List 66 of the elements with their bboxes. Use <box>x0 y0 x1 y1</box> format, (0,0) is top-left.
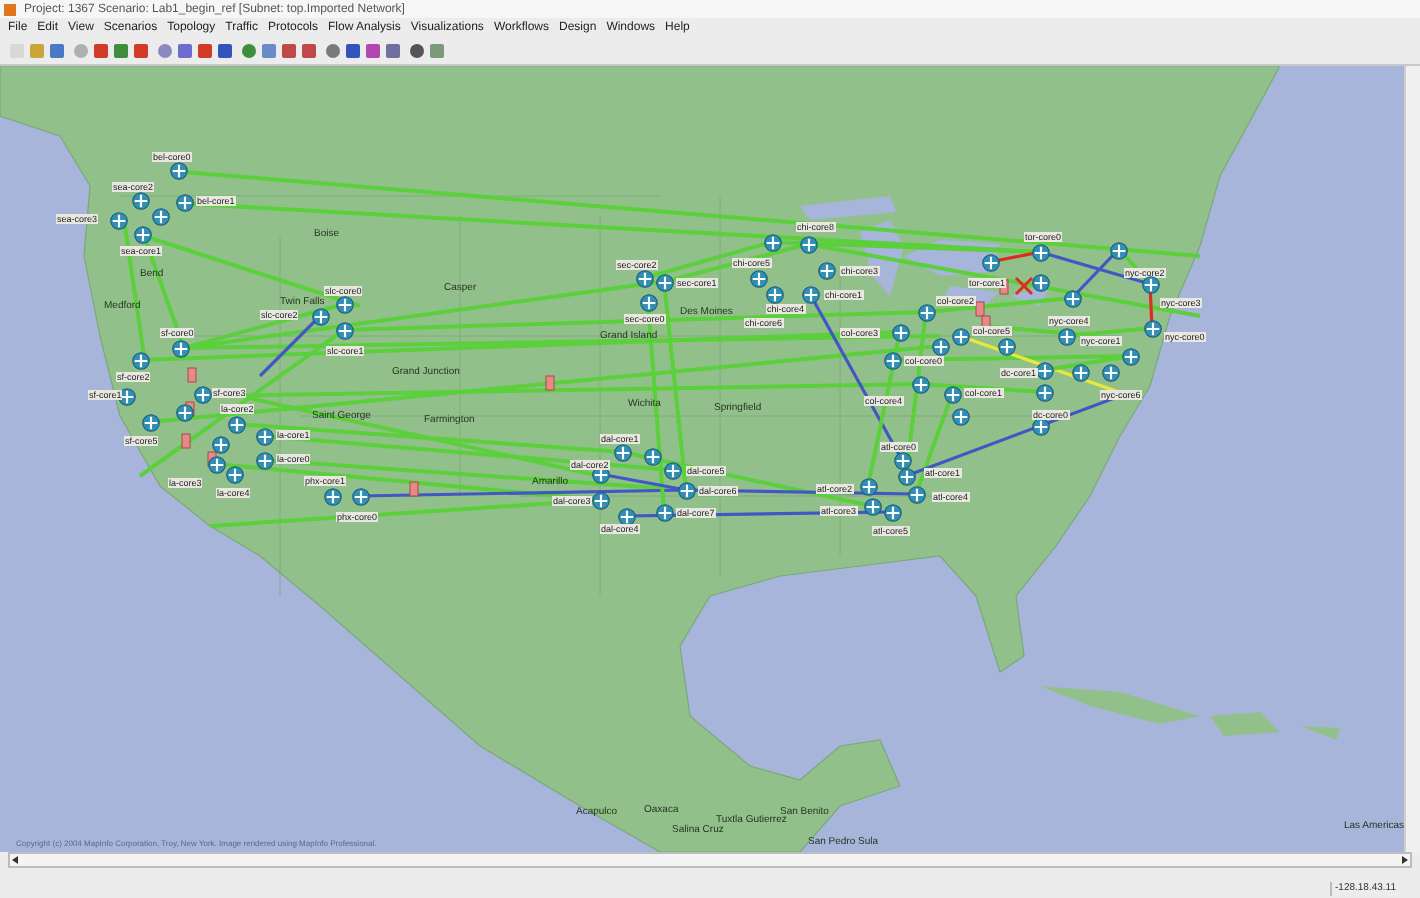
router-icon[interactable] <box>750 270 768 288</box>
router-icon[interactable] <box>898 468 916 486</box>
router-icon[interactable] <box>212 436 230 454</box>
router-icon[interactable] <box>256 428 274 446</box>
router-icon[interactable] <box>640 294 658 312</box>
router-icon[interactable] <box>884 504 902 522</box>
router-icon[interactable] <box>110 212 128 230</box>
router-icon[interactable] <box>336 322 354 340</box>
router-icon[interactable] <box>134 226 152 244</box>
router-icon[interactable] <box>194 386 212 404</box>
router-icon[interactable] <box>892 324 910 342</box>
router-icon[interactable] <box>864 498 882 516</box>
router-icon[interactable] <box>1032 244 1050 262</box>
router-icon[interactable] <box>176 404 194 422</box>
router-icon[interactable] <box>312 308 330 326</box>
router-icon[interactable] <box>636 270 654 288</box>
router-icon[interactable] <box>336 296 354 314</box>
router-icon[interactable] <box>614 444 632 462</box>
horizontal-scrollbar[interactable] <box>8 852 1412 868</box>
router-icon[interactable] <box>678 482 696 500</box>
router-icon[interactable] <box>1058 328 1076 346</box>
router-icon[interactable] <box>352 488 370 506</box>
router-icon[interactable] <box>226 466 244 484</box>
router-icon[interactable] <box>656 504 674 522</box>
router-icon[interactable] <box>818 262 836 280</box>
router-icon[interactable] <box>170 162 188 180</box>
router-icon[interactable] <box>952 328 970 346</box>
router-icon[interactable] <box>860 478 878 496</box>
router-icon[interactable] <box>1144 320 1162 338</box>
router-icon[interactable] <box>142 414 160 432</box>
router-icon[interactable] <box>918 304 936 322</box>
router-icon[interactable] <box>152 208 170 226</box>
router-icon[interactable] <box>932 338 950 356</box>
router-icon[interactable] <box>664 462 682 480</box>
app-icon <box>4 3 16 15</box>
router-icon[interactable] <box>208 456 226 474</box>
router-icon[interactable] <box>176 194 194 212</box>
router-icon[interactable] <box>1110 242 1128 260</box>
router-icon[interactable] <box>944 386 962 404</box>
router-icon[interactable] <box>228 416 246 434</box>
router-icon[interactable] <box>1122 348 1140 366</box>
router-icon[interactable] <box>132 192 150 210</box>
router-icon[interactable] <box>1142 276 1160 294</box>
router-icon[interactable] <box>998 338 1016 356</box>
router-icon[interactable] <box>1032 274 1050 292</box>
router-icon[interactable] <box>256 452 274 470</box>
router-icon[interactable] <box>1102 364 1120 382</box>
router-icon[interactable] <box>800 236 818 254</box>
router-icon[interactable] <box>1072 364 1090 382</box>
router-icon[interactable] <box>132 352 150 370</box>
router-icon[interactable] <box>766 286 784 304</box>
router-icon[interactable] <box>802 286 820 304</box>
vertical-scrollbar[interactable] <box>1404 66 1420 852</box>
router-icon[interactable] <box>982 254 1000 272</box>
router-icon[interactable] <box>592 492 610 510</box>
router-icon[interactable] <box>172 340 190 358</box>
router-icon[interactable] <box>644 448 662 466</box>
router-icon[interactable] <box>912 376 930 394</box>
router-icon[interactable] <box>1036 384 1054 402</box>
router-icon[interactable] <box>324 488 342 506</box>
router-icon[interactable] <box>952 408 970 426</box>
router-icon[interactable] <box>764 234 782 252</box>
router-icon[interactable] <box>908 486 926 504</box>
router-icon[interactable] <box>1064 290 1082 308</box>
router-icon[interactable] <box>656 274 674 292</box>
router-icon[interactable] <box>884 352 902 370</box>
